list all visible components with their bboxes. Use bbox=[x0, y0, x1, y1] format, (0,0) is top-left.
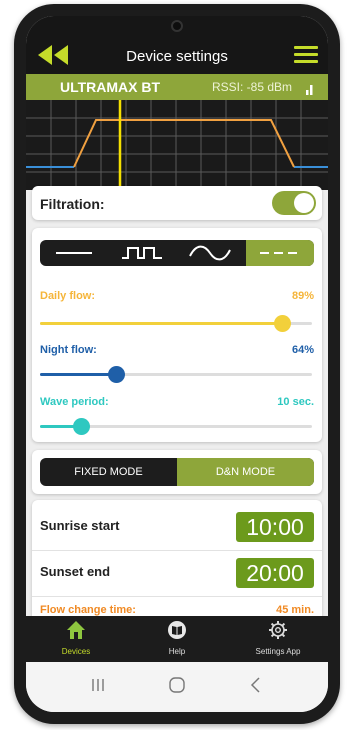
tab-devices[interactable]: Devices bbox=[26, 616, 126, 662]
tab-settings-app[interactable]: Settings App bbox=[228, 616, 328, 662]
back-button-icon[interactable] bbox=[236, 672, 276, 698]
waveform-dashed-button[interactable] bbox=[246, 240, 314, 266]
daily-flow-value: 89% bbox=[291, 290, 314, 302]
signal-strength-icon bbox=[306, 85, 313, 95]
wave-period-slider[interactable] bbox=[40, 418, 312, 435]
recent-apps-icon[interactable] bbox=[78, 672, 118, 698]
phone-frame: Device settings ULTRAMAX BT RSSI: -85 dB… bbox=[14, 4, 340, 724]
sunset-time[interactable]: 20:00 bbox=[236, 558, 314, 588]
filtration-toggle[interactable] bbox=[272, 191, 316, 215]
toggle-knob bbox=[294, 193, 314, 213]
daily-flow-slider[interactable] bbox=[40, 315, 312, 332]
daily-flow-label: Daily flow: bbox=[40, 290, 96, 302]
waveform-square-button[interactable] bbox=[108, 240, 176, 266]
page-title: Device settings bbox=[126, 48, 228, 65]
sunrise-time[interactable]: 10:00 bbox=[236, 512, 314, 542]
app-screen: Device settings ULTRAMAX BT RSSI: -85 dB… bbox=[26, 16, 328, 712]
tab-help[interactable]: Help bbox=[127, 616, 227, 662]
square-wave-icon bbox=[122, 247, 162, 259]
daily-flow-fill bbox=[40, 322, 283, 325]
sunset-label: Sunset end bbox=[40, 564, 111, 579]
home-button-icon[interactable] bbox=[157, 672, 197, 698]
home-icon bbox=[67, 621, 85, 639]
tab-settings-app-label: Settings App bbox=[255, 647, 301, 656]
filtration-label: Filtration: bbox=[40, 196, 105, 212]
hamburger-menu-icon[interactable] bbox=[294, 46, 318, 64]
sunrise-label: Sunrise start bbox=[40, 518, 120, 533]
waveform-selector bbox=[40, 240, 314, 266]
flow-change-label: Flow change time: bbox=[40, 604, 136, 616]
flow-schedule-graph bbox=[26, 100, 328, 190]
fixed-mode-button[interactable]: FIXED MODE bbox=[40, 458, 177, 486]
divider bbox=[32, 596, 322, 597]
divider bbox=[32, 550, 322, 551]
flat-wave-icon bbox=[56, 252, 92, 254]
night-flow-thumb[interactable] bbox=[108, 366, 126, 383]
night-flow-fill bbox=[40, 373, 117, 376]
night-flow-value: 64% bbox=[291, 344, 314, 356]
tab-devices-label: Devices bbox=[61, 647, 91, 656]
mode-card: FIXED MODE D&N MODE bbox=[32, 450, 322, 494]
flow-settings-card: Daily flow: 89% Night flow: 64% Wave per… bbox=[32, 228, 322, 442]
sine-wave-icon bbox=[189, 245, 231, 261]
night-flow-label: Night flow: bbox=[40, 344, 97, 356]
dashed-wave-icon bbox=[260, 252, 302, 254]
gear-icon bbox=[269, 621, 287, 639]
dn-mode-button[interactable]: D&N MODE bbox=[177, 458, 314, 486]
night-flow-slider[interactable] bbox=[40, 366, 312, 383]
wave-period-thumb[interactable] bbox=[72, 418, 90, 435]
mode-selector: FIXED MODE D&N MODE bbox=[40, 458, 314, 486]
tab-help-label: Help bbox=[168, 647, 186, 656]
wave-period-value: 10 sec. bbox=[277, 396, 314, 408]
device-name: ULTRAMAX BT bbox=[60, 79, 161, 95]
system-navigation-bar bbox=[26, 662, 328, 712]
rssi-readout: RSSI: -85 dBm bbox=[212, 80, 293, 94]
bottom-tab-bar: Devices Help Settings App bbox=[26, 616, 328, 662]
filtration-card: Filtration: bbox=[32, 186, 322, 220]
book-icon bbox=[168, 621, 186, 639]
front-camera bbox=[171, 20, 183, 32]
waveform-sine-button[interactable] bbox=[176, 240, 244, 266]
flow-change-value: 45 min. bbox=[276, 604, 314, 616]
device-bar: ULTRAMAX BT RSSI: -85 dBm bbox=[26, 74, 328, 100]
wave-period-label: Wave period: bbox=[40, 396, 109, 408]
daily-flow-thumb[interactable] bbox=[274, 315, 292, 332]
waveform-flat-button[interactable] bbox=[40, 240, 108, 266]
daily-flow-line bbox=[73, 119, 295, 168]
